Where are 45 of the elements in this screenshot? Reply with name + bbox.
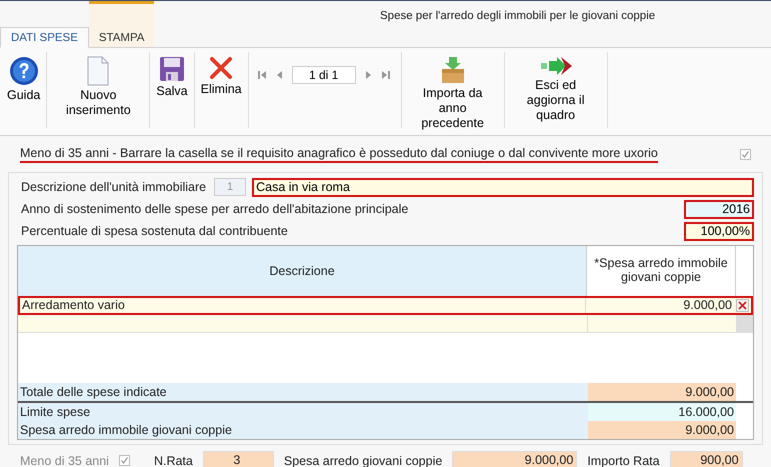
toolbar-button[interactable]: Guida bbox=[4, 52, 44, 107]
toolbar-button[interactable]: Nuovo inserimento bbox=[50, 52, 146, 122]
help-icon bbox=[8, 56, 39, 86]
total-label: Limite spese bbox=[18, 403, 588, 421]
arrow-icon bbox=[538, 56, 573, 76]
toolbar-button[interactable]: Esci ed aggiorna il quadro bbox=[508, 52, 604, 127]
total-label: Totale delle spese indicate bbox=[18, 383, 588, 401]
checkbox[interactable] bbox=[740, 148, 751, 160]
import-box-icon bbox=[440, 56, 466, 84]
page-field[interactable]: 1 di 1 bbox=[292, 66, 356, 84]
value-field: 9.000,00 bbox=[452, 451, 578, 467]
field-label: Spesa arredo giovani coppie bbox=[284, 454, 442, 467]
toolbar-button[interactable]: Elimina bbox=[198, 52, 245, 101]
total-label: Spesa arredo immobile giovani coppie bbox=[18, 421, 588, 439]
column-header: *Spesa arredo immobile giovani coppie bbox=[587, 246, 736, 296]
field-label: N.Rata bbox=[154, 454, 193, 467]
input-field[interactable]: Casa in via roma bbox=[252, 178, 754, 196]
toolbar-button[interactable]: Salva bbox=[153, 52, 191, 103]
last-page-icon[interactable] bbox=[382, 70, 390, 80]
field-label: Descrizione dell'unità immobiliare bbox=[20, 180, 206, 194]
document-icon bbox=[87, 56, 110, 86]
table-cell: Arredamento vario bbox=[20, 298, 586, 313]
value-field: 3 bbox=[202, 451, 274, 467]
input-field[interactable]: 2016 bbox=[684, 200, 754, 218]
value-field: 900,00 bbox=[670, 451, 743, 467]
toolbar-button[interactable]: Importa da anno precedente bbox=[404, 52, 501, 135]
field-label: Importo Rata bbox=[587, 454, 660, 467]
table-cell-text: 9.000,00 bbox=[682, 298, 733, 313]
field-label: Anno di sostenimento delle spese per arredo dell'abitazione principale bbox=[20, 202, 408, 216]
index-field: 1 bbox=[214, 178, 246, 196]
input-field[interactable]: 100,00% bbox=[684, 222, 754, 240]
tab[interactable]: STAMPA bbox=[88, 1, 154, 47]
delete-row-icon[interactable] bbox=[736, 299, 749, 312]
total-value: 9.000,00 bbox=[588, 421, 736, 439]
field-label: Percentuale di spesa sostenuta dal contribuente bbox=[20, 224, 288, 238]
total-value: 9.000,00 bbox=[588, 383, 736, 401]
next-icon[interactable] bbox=[366, 70, 372, 80]
checkbox-label: Meno di 35 anni bbox=[20, 454, 109, 467]
window-title: Spese per l'arredo degli immobili per le giovani coppie bbox=[380, 10, 656, 22]
checkbox-label: Meno di 35 anni - Barrare la casella se il requisito anagrafico è posseduto dal coniuge o dal convivente more uxorio bbox=[20, 146, 658, 162]
previous-icon[interactable] bbox=[276, 70, 282, 80]
total-value: 16.000,00 bbox=[588, 403, 736, 421]
tab[interactable]: DATI SPESE bbox=[0, 27, 89, 48]
delete-icon bbox=[209, 56, 234, 80]
first-page-icon[interactable] bbox=[258, 70, 266, 80]
